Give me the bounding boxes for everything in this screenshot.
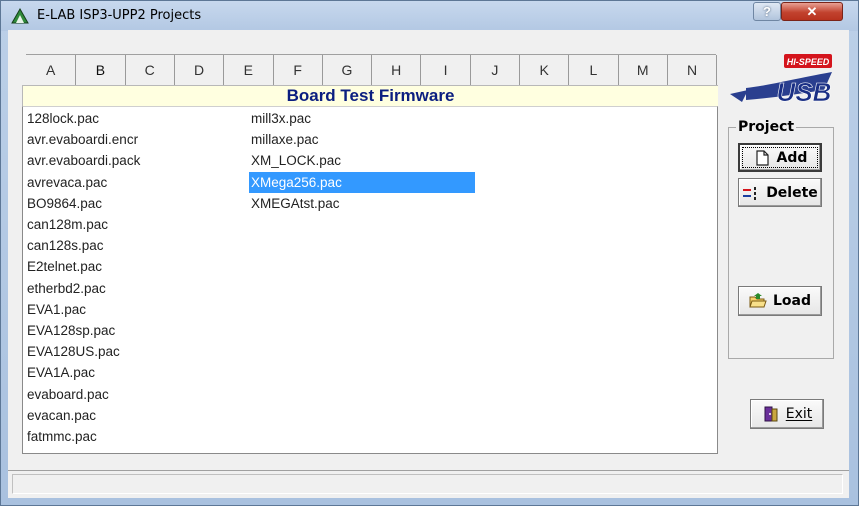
delete-icon [743, 186, 757, 200]
delete-button[interactable]: Delete [738, 178, 822, 207]
client-area: ABCDEFGHIJKLMN Board Test Firmware 128lo… [8, 30, 849, 498]
tab-l[interactable]: L [568, 55, 617, 85]
title-bar[interactable]: E-LAB ISP3-UPP2 Projects ? ✕ [1, 1, 858, 31]
file-item[interactable]: E2telnet.pac [25, 256, 102, 277]
file-item[interactable]: EVA128sp.pac [25, 320, 115, 341]
exit-button-label: Exit [785, 406, 813, 422]
logo-top-text: HI-SPEED [787, 57, 830, 67]
tab-b[interactable]: B [75, 55, 125, 85]
tab-c[interactable]: C [124, 55, 174, 85]
tab-f[interactable]: F [272, 55, 322, 85]
project-legend: Project [736, 119, 797, 135]
app-icon [11, 8, 29, 24]
file-item[interactable]: etherbd2.pac [25, 278, 106, 299]
window-title: E-LAB ISP3-UPP2 Projects [37, 8, 202, 23]
file-item[interactable]: XMEGAtst.pac [249, 193, 340, 214]
file-item[interactable]: BO9864.pac [25, 193, 102, 214]
help-button[interactable]: ? [753, 2, 781, 21]
new-file-icon [755, 149, 769, 166]
file-item[interactable]: can128m.pac [25, 214, 108, 235]
file-item[interactable]: avr.evaboardi.pack [25, 150, 140, 171]
file-item[interactable]: can128s.pac [25, 235, 104, 256]
file-item[interactable]: avr.evaboardi.encr [25, 129, 138, 150]
tab-g[interactable]: G [321, 55, 371, 85]
file-item[interactable]: avrevaca.pac [25, 172, 107, 193]
tab-h[interactable]: H [371, 55, 420, 85]
file-item[interactable]: fatmmc.pac [25, 426, 97, 447]
file-item[interactable]: EVA1A.pac [25, 362, 95, 383]
file-item[interactable]: EVA128US.pac [25, 341, 120, 362]
file-item[interactable]: XMega256.pac [249, 171, 475, 193]
add-button[interactable]: Add [738, 143, 822, 172]
status-bar [8, 470, 849, 498]
file-item[interactable]: mill3x.pac [249, 108, 311, 129]
add-button-label: Add [776, 149, 808, 166]
tab-separator [716, 55, 718, 85]
status-text [12, 474, 843, 494]
logo-main-text: USB [777, 77, 832, 107]
file-item[interactable]: millaxe.pac [249, 129, 319, 150]
tab-n[interactable]: N [666, 55, 716, 85]
file-item[interactable]: evaboard.pac [25, 384, 109, 405]
load-button-label: Load [772, 293, 811, 309]
file-item[interactable]: 128lock.pac [25, 108, 99, 129]
panel-title: Board Test Firmware [22, 85, 718, 106]
close-button[interactable]: ✕ [781, 2, 843, 21]
file-list[interactable]: 128lock.pac avr.evaboardi.encr avr.evaboar… [22, 106, 718, 454]
file-item[interactable]: EVA1.pac [25, 299, 86, 320]
tab-e[interactable]: E [223, 55, 272, 85]
usb-logo: HI-SPEED USB [730, 54, 832, 107]
letter-tabs: ABCDEFGHIJKLMN [26, 54, 718, 85]
tab-i[interactable]: I [420, 55, 469, 85]
tab-d[interactable]: D [173, 55, 223, 85]
file-item[interactable]: evacan.pac [25, 405, 96, 426]
exit-button[interactable]: Exit [750, 399, 824, 429]
file-item[interactable]: XM_LOCK.pac [249, 150, 341, 171]
open-folder-icon [749, 293, 767, 308]
tab-j[interactable]: J [469, 55, 519, 85]
delete-button-label: Delete [766, 184, 818, 201]
load-button[interactable]: Load [738, 286, 822, 316]
tab-k[interactable]: K [519, 55, 568, 85]
exit-door-icon [764, 406, 778, 422]
tab-m[interactable]: M [617, 55, 667, 85]
tab-a[interactable]: A [26, 55, 75, 85]
